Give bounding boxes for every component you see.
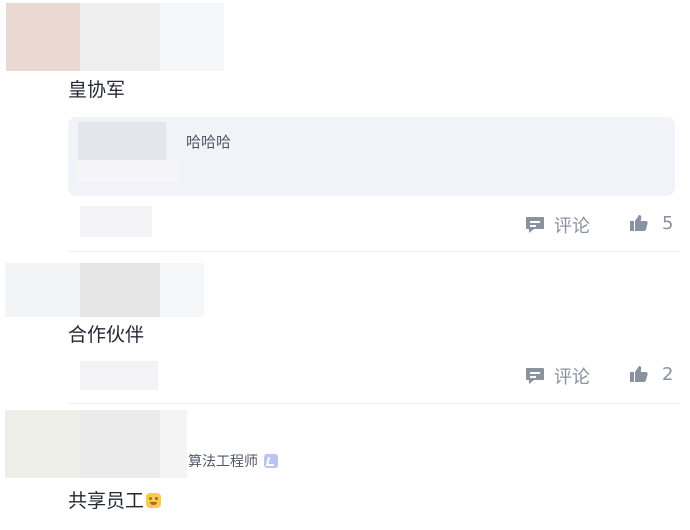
- smiley-emoji-icon: [146, 493, 162, 508]
- username-placeholder[interactable]: [80, 3, 160, 71]
- avatar-placeholder[interactable]: [6, 3, 80, 71]
- thumbs-up-icon: [628, 212, 650, 234]
- comment-icon: [524, 365, 546, 387]
- comment-icon: [524, 214, 546, 236]
- job-title: 算法工程师: [188, 454, 258, 470]
- user-info-placeholder: [160, 3, 224, 71]
- avatar-placeholder[interactable]: [5, 263, 80, 317]
- comment-button[interactable]: 评论: [524, 212, 590, 238]
- comment-author-text: 皇协军: [68, 79, 126, 101]
- level-badge-icon: [264, 454, 278, 468]
- comment-divider: [68, 403, 680, 404]
- comment-author-text: 合作伙伴: [68, 324, 145, 346]
- quote-text: 哈哈哈: [186, 133, 232, 151]
- username-placeholder[interactable]: [80, 263, 160, 317]
- author-meta: 算法工程师: [188, 451, 278, 471]
- quote-name-placeholder: [78, 160, 178, 183]
- comment-author-label: 共享员工: [68, 490, 145, 512]
- avatar-placeholder[interactable]: [5, 410, 80, 478]
- comment-button[interactable]: 评论: [524, 363, 590, 389]
- comment-label: 评论: [554, 367, 590, 388]
- quote-avatar-placeholder: [78, 122, 166, 160]
- user-info-placeholder: [160, 410, 187, 478]
- user-info-placeholder: [160, 263, 204, 317]
- like-button[interactable]: 5: [628, 212, 673, 234]
- quoted-reply[interactable]: 哈哈哈: [68, 117, 675, 196]
- username-placeholder[interactable]: [80, 410, 160, 478]
- like-count: 5: [662, 212, 674, 234]
- thumbs-up-icon: [628, 363, 650, 385]
- like-button[interactable]: 2: [628, 363, 673, 385]
- timestamp-placeholder: [80, 206, 152, 237]
- like-count: 2: [662, 363, 674, 385]
- comment-author-text: 共享员工: [68, 490, 162, 512]
- comment-divider: [68, 251, 680, 252]
- comment-label: 评论: [554, 216, 590, 237]
- timestamp-placeholder: [80, 361, 158, 390]
